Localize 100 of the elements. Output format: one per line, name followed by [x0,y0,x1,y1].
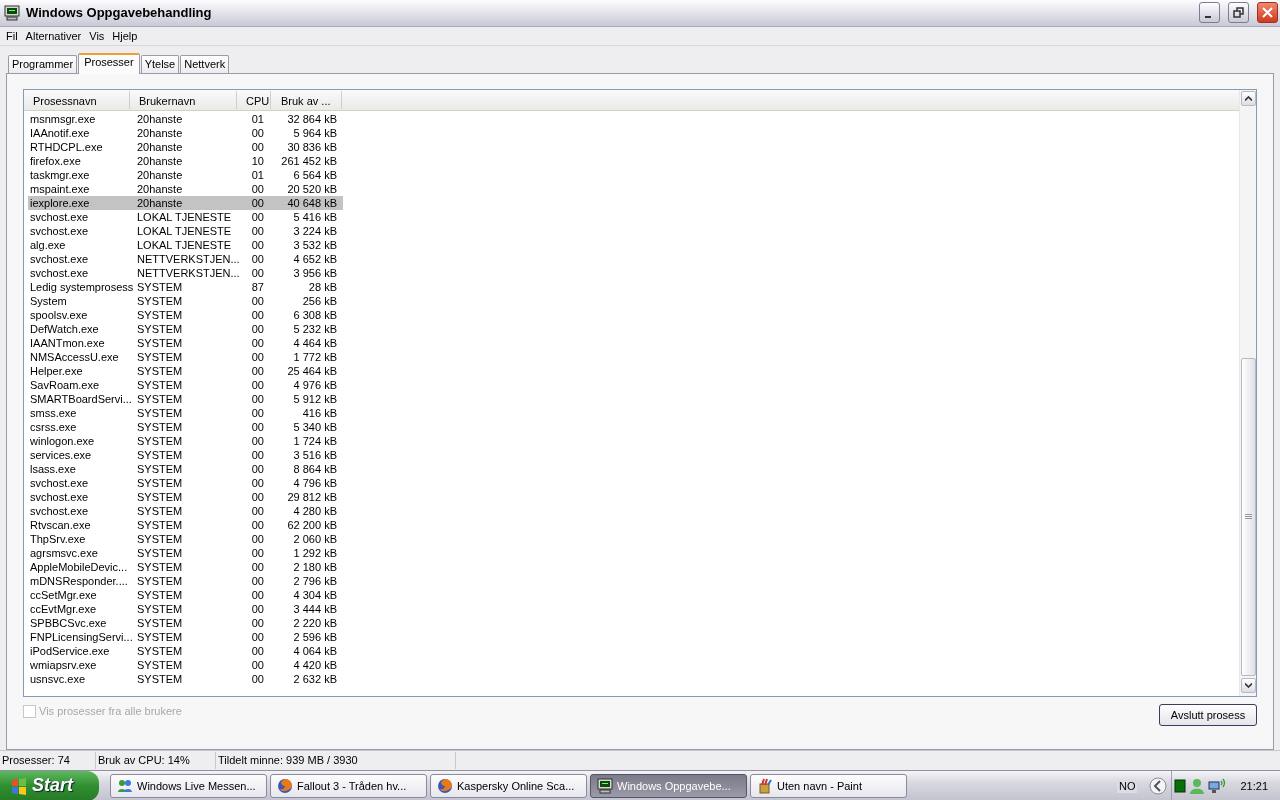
table-cell-text: 4 304 kB [292,587,338,602]
table-cell-text: 10 [250,153,265,168]
table-cell-text: SYSTEM [136,643,184,658]
network-icon[interactable] [1208,777,1227,794]
menu-item[interactable]: Alternativer [21,29,86,42]
start-button[interactable]: Start [0,770,99,800]
table-row[interactable]: Rtvscan.exe SYSTEM 00 62 200 kB [28,517,343,532]
table-cell-text: 1 724 kB [292,433,338,448]
menu-item[interactable]: Hjelp [108,29,142,42]
table-row[interactable]: svchost.exe SYSTEM 00 4 796 kB [28,475,343,490]
table-cell-text: 2 796 kB [292,573,338,588]
restore-button[interactable] [1228,2,1249,24]
table-row[interactable]: ccEvtMgr.exe SYSTEM 00 3 444 kB [28,601,343,616]
table-row[interactable]: AppleMobileDevic... SYSTEM 00 2 180 kB [28,559,343,574]
tab[interactable]: Ytelse [140,54,180,73]
table-row[interactable]: taskmgr.exe 20hanste 01 6 564 kB [28,167,343,182]
table-row[interactable]: mDNSResponder.... SYSTEM 00 2 796 kB [28,573,343,588]
table-row[interactable]: DefWatch.exe SYSTEM 00 5 232 kB [28,321,343,336]
chip-icon[interactable] [1174,778,1187,793]
scroll-down-button[interactable] [1240,677,1256,693]
language-indicator[interactable]: NO [1116,778,1138,793]
paint-icon [757,777,773,794]
table-row[interactable]: usnsvc.exe SYSTEM 00 2 632 kB [28,671,343,686]
table-cell-text: 00 [250,545,265,560]
chevron-left-icon[interactable] [1149,776,1168,795]
table-cell-text: svchost.exe [29,489,90,504]
table-cell-text: IAANTmon.exe [29,335,106,350]
table-cell-text: SYSTEM [136,377,184,392]
table-row[interactable]: SavRoam.exe SYSTEM 00 4 976 kB [28,377,343,392]
table-cell-text: 00 [250,587,265,602]
table-row[interactable]: System SYSTEM 00 256 kB [28,293,343,308]
table-row[interactable]: IAAnotif.exe 20hanste 00 5 964 kB [28,125,343,140]
table-row[interactable]: svchost.exe LOKAL TJENESTE 00 5 416 kB [28,209,343,224]
table-row[interactable]: agrsmsvc.exe SYSTEM 00 1 292 kB [28,545,343,560]
table-row[interactable]: SPBBCSvc.exe SYSTEM 00 2 220 kB [28,615,343,630]
table-row[interactable]: mspaint.exe 20hanste 00 20 520 kB [28,181,343,196]
minimize-button[interactable] [1199,2,1220,24]
tab[interactable]: Nettverk [180,54,230,73]
table-row[interactable]: SMARTBoardServi... SYSTEM 00 5 912 kB [28,391,343,406]
taskbar-button[interactable]: Fallout 3 - Tråden hv... [270,773,427,798]
table-cell-text: SYSTEM [136,489,184,504]
table-cell-text: smss.exe [29,405,78,420]
table-row[interactable]: smss.exe SYSTEM 00 416 kB [28,405,343,420]
close-button[interactable] [1257,2,1278,24]
table-cell-text: SYSTEM [136,447,184,462]
table-cell-text: 3 516 kB [292,447,338,462]
table-row[interactable]: msnmsgr.exe 20hanste 01 32 864 kB [28,111,343,126]
table-row[interactable]: RTHDCPL.exe 20hanste 00 30 836 kB [28,139,343,154]
table-row[interactable]: spoolsv.exe SYSTEM 00 6 308 kB [28,307,343,322]
table-row[interactable]: wmiapsrv.exe SYSTEM 00 4 420 kB [28,657,343,672]
table-cell-text: iexplore.exe [29,195,91,210]
table-row[interactable]: svchost.exe SYSTEM 00 29 812 kB [28,489,343,504]
table-row[interactable]: iexplore.exe 20hanste 00 40 648 kB [28,195,343,210]
table-cell-text: SYSTEM [136,279,184,294]
table-row[interactable]: svchost.exe SYSTEM 00 4 280 kB [28,503,343,518]
table-row[interactable]: Ledig systemprosess SYSTEM 87 28 kB [28,279,343,294]
windows-logo-icon [10,776,28,795]
table-cell-text: agrsmsvc.exe [29,545,99,560]
table-cell-text: SYSTEM [136,363,184,378]
table-cell-text: taskmgr.exe [29,167,91,182]
restore-icon [1233,7,1244,19]
column-header[interactable]: Brukernavn [130,90,237,109]
table-row[interactable]: firefox.exe 20hanste 10 261 452 kB [28,153,343,168]
taskbar-button[interactable]: Windows Live Messen... [110,773,267,798]
table-row[interactable]: csrss.exe SYSTEM 00 5 340 kB [28,419,343,434]
table-row[interactable]: Helper.exe SYSTEM 00 25 464 kB [28,363,343,378]
table-cell-text: 261 452 kB [280,153,338,168]
column-header[interactable]: Bruk av ... [271,90,342,109]
column-header[interactable]: CPU [237,90,271,109]
table-row[interactable]: ccSetMgr.exe SYSTEM 00 4 304 kB [28,587,343,602]
table-cell-text: 00 [250,489,265,504]
checkbox-label: Vis prosesser fra alle brukere [39,705,182,717]
table-cell-text: msnmsgr.exe [29,111,97,126]
table-row[interactable]: winlogon.exe SYSTEM 00 1 724 kB [28,433,343,448]
tab[interactable]: Prosesser [78,52,140,74]
table-cell-text: 4 652 kB [292,251,338,266]
menu-item[interactable]: Fil [2,29,22,42]
table-row[interactable]: lsass.exe SYSTEM 00 8 864 kB [28,461,343,476]
table-row[interactable]: IAANTmon.exe SYSTEM 00 4 464 kB [28,335,343,350]
table-row[interactable]: svchost.exe LOKAL TJENESTE 00 3 224 kB [28,223,343,238]
table-cell-text: 25 464 kB [286,363,338,378]
tab[interactable]: Programmer [8,54,78,73]
table-row[interactable]: alg.exe LOKAL TJENESTE 00 3 532 kB [28,237,343,252]
table-row[interactable]: svchost.exe NETTVERKSTJEN... 00 4 652 kB [28,251,343,266]
table-row[interactable]: ThpSrv.exe SYSTEM 00 2 060 kB [28,531,343,546]
end-process-button[interactable]: Avslutt prosess [1159,703,1257,726]
scrollbar-thumb[interactable] [1240,357,1256,676]
column-header[interactable]: Prosessnavn [24,90,130,109]
taskbar-button[interactable]: Kaspersky Online Sca... [430,773,587,798]
table-cell-text: LOKAL TJENESTE [136,209,233,224]
globe-icon [437,777,453,794]
taskbar-button[interactable]: Uten navn - Paint [750,773,907,798]
table-cell-text: SYSTEM [136,531,184,546]
table-row[interactable]: services.exe SYSTEM 00 3 516 kB [28,447,343,462]
scroll-up-button[interactable] [1240,90,1256,106]
table-row[interactable]: svchost.exe NETTVERKSTJEN... 00 3 956 kB [28,265,343,280]
table-row[interactable]: FNPLicensingServi... SYSTEM 00 2 596 kB [28,629,343,644]
menu-item[interactable]: Vis [85,29,109,42]
table-row[interactable]: NMSAccessU.exe SYSTEM 00 1 772 kB [28,349,343,364]
table-row[interactable]: iPodService.exe SYSTEM 00 4 064 kB [28,643,343,658]
